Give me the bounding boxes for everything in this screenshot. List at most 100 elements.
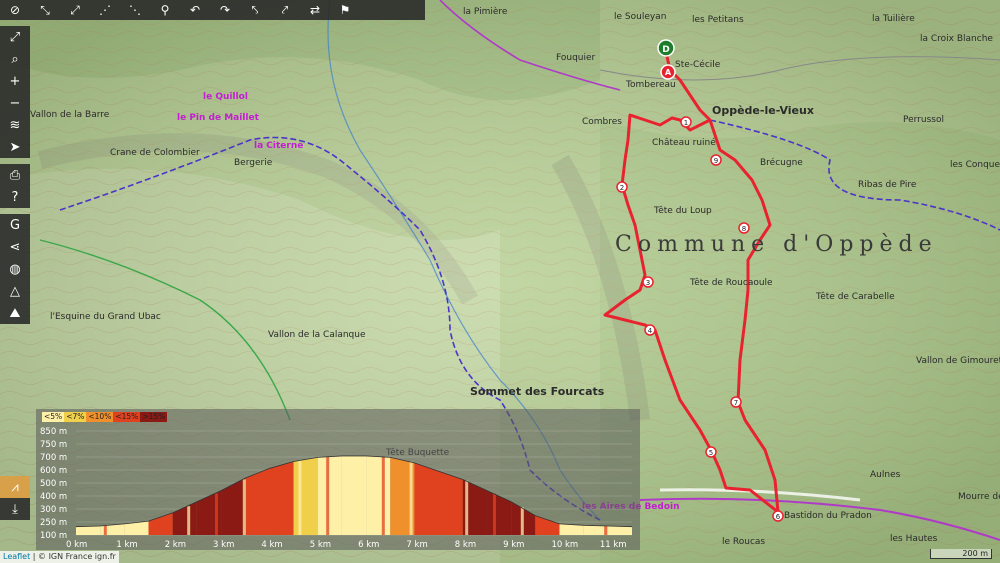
place-label: Tombereau xyxy=(626,80,676,90)
place-label: Crane de Colombier xyxy=(110,148,200,158)
x-tick-label: 2 km xyxy=(165,540,186,550)
place-label: les Conques xyxy=(950,160,1000,170)
elevation-chart-icon[interactable]: ⩘ xyxy=(0,476,30,498)
profile-stripe xyxy=(270,468,274,535)
waypoint-2[interactable]: 2 xyxy=(616,181,628,193)
eye-slash-icon[interactable]: ⊘ xyxy=(4,1,26,19)
place-label: Ste-Cécile xyxy=(675,60,721,70)
side-toolbar: ⤢ ⌕ + − ≋ ➤ ⎙ ? G ⋖ ◍ △ ⛰ ⩘ ⤓ xyxy=(0,26,30,526)
profile-segment xyxy=(317,455,342,535)
place-label: l'Esquine du Grand Ubac xyxy=(50,312,161,322)
globe-icon[interactable]: ◍ xyxy=(0,258,30,280)
waypoint-label: 3 xyxy=(646,279,650,287)
x-tick-label: 6 km xyxy=(358,540,379,550)
waypoint-5[interactable]: 5 xyxy=(705,446,717,458)
profile-segment xyxy=(414,462,439,535)
undo-icon[interactable]: ↶ xyxy=(184,1,206,19)
place-label: Combres xyxy=(582,117,622,127)
profile-stripe xyxy=(187,506,191,535)
place-label: Bergerie xyxy=(234,158,273,168)
place-label: le Souleyan xyxy=(614,12,667,22)
waypoint-6[interactable]: 6 xyxy=(772,510,784,522)
download-icon[interactable]: ⤓ xyxy=(0,498,30,520)
x-tick-label: 11 km xyxy=(600,540,627,550)
waypoint-7[interactable]: 7 xyxy=(730,396,742,408)
place-label: Aulnes xyxy=(870,470,901,480)
y-tick-label: 600 m xyxy=(40,466,67,476)
waypoint-label: 4 xyxy=(648,327,653,335)
route-icon[interactable]: ⋰ xyxy=(94,1,116,19)
profile-stripe xyxy=(159,517,163,535)
profile-segment xyxy=(607,525,632,535)
place-label: le Pin de Maillet xyxy=(177,113,259,123)
place-label: Mourre de Cairas xyxy=(958,492,1000,502)
place-label: Vallon de la Calanque xyxy=(268,330,366,340)
g-icon[interactable]: G xyxy=(0,214,30,236)
y-tick-label: 750 m xyxy=(40,440,67,450)
x-tick-label: 10 km xyxy=(551,540,578,550)
waypoint-3[interactable]: 3 xyxy=(642,276,654,288)
profile-stripe xyxy=(604,525,608,535)
place-label: Commune d'Oppède xyxy=(615,232,938,257)
route-icon[interactable]: ⤣ xyxy=(244,1,266,19)
waypoint-start[interactable]: D xyxy=(657,39,675,57)
place-label: Bastidon du Pradon xyxy=(784,511,872,521)
place-label: Château ruiné xyxy=(652,138,716,148)
drive-icon[interactable]: △ xyxy=(0,280,30,302)
profile-segment xyxy=(486,490,512,535)
profile-stripe xyxy=(576,524,580,535)
place-label: Vallon de la Barre xyxy=(30,110,110,120)
waypoint-1[interactable]: 1 xyxy=(680,116,692,128)
profile-stripe xyxy=(437,470,441,535)
leaflet-link[interactable]: Leaflet xyxy=(3,552,30,561)
route-icon[interactable]: ⋱ xyxy=(124,1,146,19)
layers-icon[interactable]: ≋ xyxy=(0,114,30,136)
zoom-out-icon[interactable]: − xyxy=(0,92,30,114)
swap-icon[interactable]: ⇄ xyxy=(304,1,326,19)
waypoint-label: D xyxy=(662,45,669,55)
share-controls: G ⋖ ◍ △ ⛰ xyxy=(0,214,30,324)
share-icon[interactable]: ⋖ xyxy=(0,236,30,258)
place-label: Vallon de Gimouret xyxy=(916,356,1000,366)
route-icon[interactable]: ⤢ xyxy=(64,1,86,19)
waypoint-arrival[interactable]: A xyxy=(660,64,676,80)
place-label: la Citerne xyxy=(254,141,304,151)
x-tick-label: 0 km xyxy=(66,540,87,550)
help-icon[interactable]: ? xyxy=(0,186,30,208)
bike-icon[interactable]: ⚲ xyxy=(154,1,176,19)
route-icon[interactable]: ⤡ xyxy=(34,1,56,19)
locate-icon[interactable]: ➤ xyxy=(0,136,30,158)
profile-segment xyxy=(172,501,197,535)
waypoint-4[interactable]: 4 xyxy=(644,324,656,336)
waypoint-label: 7 xyxy=(734,399,738,407)
y-tick-label: 700 m xyxy=(40,453,67,463)
profile-segment xyxy=(438,471,463,535)
profile-stripe xyxy=(354,455,357,535)
profile-segment xyxy=(366,455,391,535)
profile-segment xyxy=(293,457,318,535)
profile-segment xyxy=(535,515,560,535)
waypoint-label: 9 xyxy=(714,157,718,165)
expand-icon[interactable]: ⤢ xyxy=(0,26,30,48)
search-icon[interactable]: ⌕ xyxy=(0,48,30,70)
place-label: Tête de Carabelle xyxy=(816,292,895,302)
attribution: Leaflet | © IGN France ign.fr xyxy=(0,551,119,563)
place-label: Brécugne xyxy=(760,158,803,168)
profile-stripe xyxy=(103,525,107,535)
profile-stripe xyxy=(465,480,469,535)
top-toolbar: ⊘ ⤡ ⤢ ⋰ ⋱ ⚲ ↶ ↷ ⤣ ⤤ ⇄ ⚑ xyxy=(0,0,425,20)
print-icon[interactable]: ⎙ xyxy=(0,164,30,186)
mountain-icon[interactable]: ⛰ xyxy=(0,302,30,324)
place-label: la Tuilière xyxy=(872,14,915,24)
profile-stripe xyxy=(381,456,385,535)
zoom-in-icon[interactable]: + xyxy=(0,70,30,92)
place-label: les Petitans xyxy=(692,15,744,25)
route-icon[interactable]: ⤤ xyxy=(274,1,296,19)
profile-stripe xyxy=(520,507,524,535)
ign-credit: | © IGN France ign.fr xyxy=(30,552,116,561)
y-tick-label: 300 m xyxy=(40,505,67,515)
scale-bar: 200 m xyxy=(930,549,992,559)
marker-icon[interactable]: ⚑ xyxy=(334,1,356,19)
waypoint-9[interactable]: 9 xyxy=(710,154,722,166)
redo-icon[interactable]: ↷ xyxy=(214,1,236,19)
